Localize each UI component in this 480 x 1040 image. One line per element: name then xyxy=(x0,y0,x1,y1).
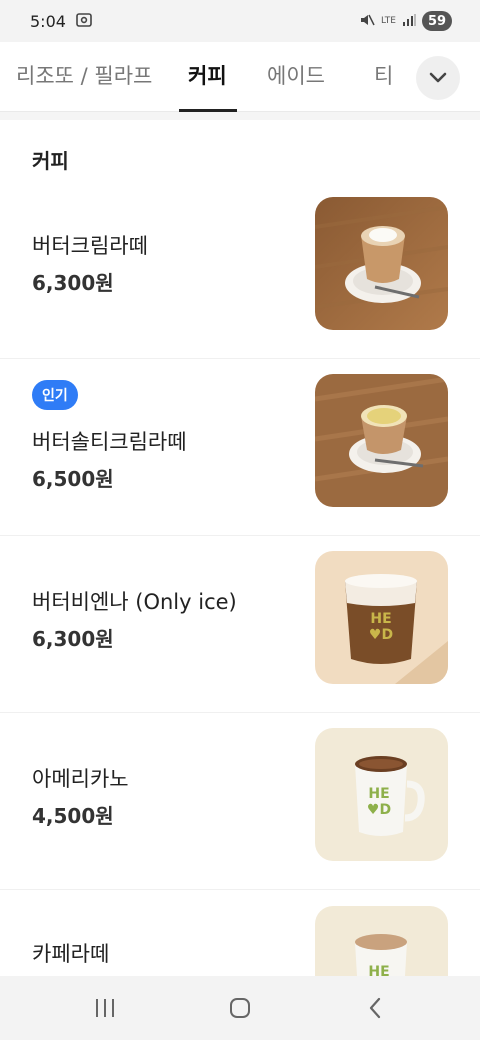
system-navigation-bar xyxy=(0,976,480,1040)
menu-item-butter-vienna[interactable]: 버터비엔나 (Only ice) 6,300원 HE ♥D xyxy=(0,536,480,713)
menu-item-name: 아메리카노 xyxy=(32,767,129,791)
butter-cream-latte-photo xyxy=(315,197,448,330)
back-icon[interactable] xyxy=(355,992,395,1024)
svg-text:♥D: ♥D xyxy=(367,802,391,818)
menu-item-name: 버터크림라떼 xyxy=(32,234,148,258)
tab-coffee[interactable]: 커피 xyxy=(188,60,227,90)
menu-item-name: 카페라떼 xyxy=(32,942,110,966)
menu-item-butter-cream-latte[interactable]: 버터크림라떼 6,300원 xyxy=(0,182,480,359)
category-tab-bar: 리조또 / 필라프 커피 에이드 티 xyxy=(0,42,480,112)
signal-icon xyxy=(402,13,416,29)
menu-item-americano[interactable]: 아메리카노 4,500원 HE ♥D xyxy=(0,713,480,890)
mute-icon xyxy=(359,13,375,30)
chevron-down-icon xyxy=(429,69,447,88)
menu-item-name: 버터비엔나 (Only ice) xyxy=(32,590,237,614)
screenshot-icon xyxy=(76,12,92,31)
status-bar: 5:04 LTE 59 xyxy=(0,0,480,42)
menu-item-price: 6,300원 xyxy=(32,627,114,651)
svg-text:HE: HE xyxy=(370,611,391,627)
tab-tea[interactable]: 티 xyxy=(374,60,393,90)
americano-photo: HE ♥D xyxy=(315,728,448,861)
popular-badge: 인기 xyxy=(32,380,78,410)
home-icon[interactable] xyxy=(220,992,260,1024)
recent-apps-icon[interactable] xyxy=(85,992,125,1024)
svg-text:♥D: ♥D xyxy=(369,627,393,643)
section-title: 커피 xyxy=(32,149,69,173)
network-type: LTE xyxy=(381,15,396,26)
battery-indicator: 59 xyxy=(422,11,452,31)
tab-risotto-pilaf[interactable]: 리조또 / 필라프 xyxy=(16,60,152,90)
menu-item-price: 6,500원 xyxy=(32,467,114,491)
menu-item-price: 4,500원 xyxy=(32,804,114,828)
butter-salty-cream-latte-photo xyxy=(315,374,448,507)
menu-item-butter-salty-cream-latte[interactable]: 인기 버터솔티크림라떼 6,500원 xyxy=(0,359,480,536)
tab-divider xyxy=(0,112,480,120)
menu-item-name: 버터솔티크림라떼 xyxy=(32,430,187,454)
butter-vienna-photo: HE ♥D xyxy=(315,551,448,684)
tab-more-button[interactable] xyxy=(416,56,460,100)
tab-ade[interactable]: 에이드 xyxy=(267,60,325,90)
menu-item-price: 6,300원 xyxy=(32,271,114,295)
status-time: 5:04 xyxy=(30,11,66,31)
svg-text:HE: HE xyxy=(368,786,389,802)
